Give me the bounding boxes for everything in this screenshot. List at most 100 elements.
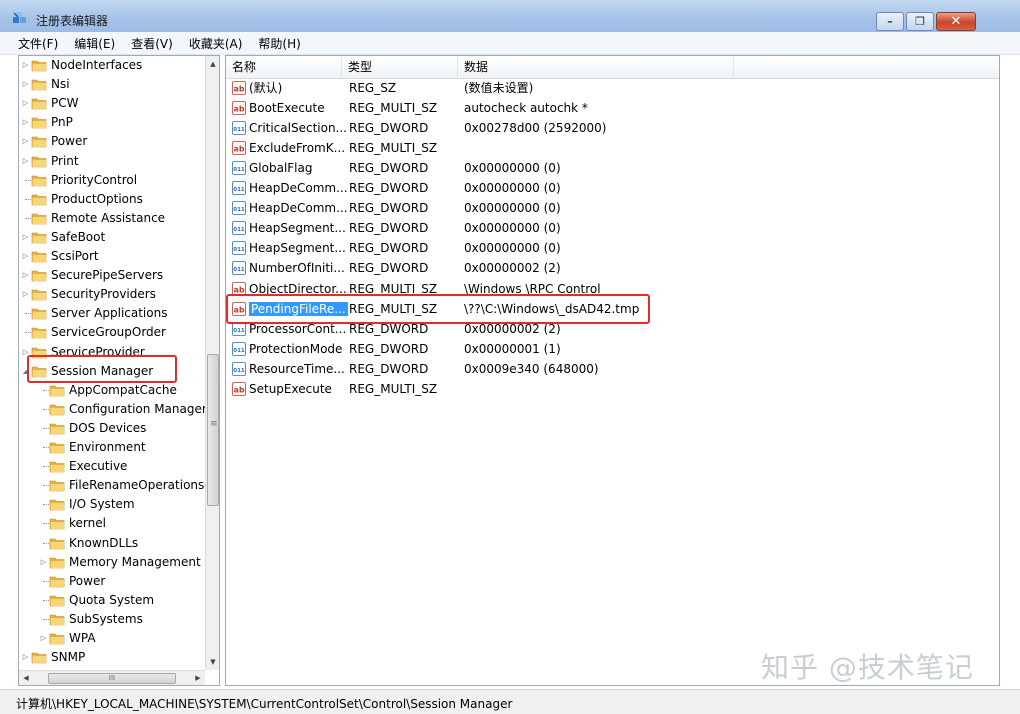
tree-item[interactable]: ▷ Nsi (19, 75, 205, 94)
title-bar[interactable]: 注册表编辑器 – ❐ ✕ (0, 0, 1020, 32)
tree-item-label: Power (69, 574, 106, 588)
tree-item[interactable]: AppCompatCache (19, 381, 205, 400)
expand-arrow-icon[interactable]: ▷ (21, 157, 30, 166)
expand-arrow-icon[interactable]: ▷ (21, 80, 30, 89)
tree-scroll-thumb[interactable]: ≡ (207, 354, 219, 506)
restore-icon: ❐ (915, 15, 925, 28)
tree-item[interactable]: Quota System (19, 591, 205, 610)
value-type: REG_DWORD (349, 181, 429, 195)
value-name-text: NumberOfIniti... (249, 261, 345, 275)
svg-text:011: 011 (233, 267, 245, 273)
table-row[interactable]: ab SetupExecute REG_MULTI_SZ (226, 379, 999, 399)
table-row[interactable]: 011 HeapDeComm... REG_DWORD 0x00000000 (0) (226, 178, 999, 198)
tree-item[interactable]: ▷ Power (19, 132, 205, 151)
menu-view[interactable]: 查看(V) (123, 35, 181, 52)
expand-arrow-icon[interactable]: ▷ (21, 290, 30, 299)
tree-item-label: DOS Devices (69, 421, 147, 435)
tree-item[interactable]: kernel (19, 514, 205, 533)
tree-item[interactable]: Remote Assistance (19, 209, 205, 228)
expand-arrow-icon[interactable]: ▷ (21, 99, 30, 108)
scroll-grip-icon: ≡ (210, 419, 218, 429)
expand-arrow-icon[interactable]: ▷ (21, 118, 30, 127)
tree-item[interactable]: ▷ Memory Management (19, 553, 205, 572)
scroll-up-icon[interactable]: ▲ (206, 56, 219, 72)
maximize-button[interactable]: ❐ (906, 12, 934, 31)
value-data: 0x00278d00 (2592000) (464, 121, 607, 135)
tree-item[interactable]: ▷ ScsiPort (19, 247, 205, 266)
expand-arrow-icon[interactable]: ▷ (21, 271, 30, 280)
table-row[interactable]: 011 ProtectionMode REG_DWORD 0x00000001 (1) (226, 339, 999, 359)
tree-item[interactable]: I/O System (19, 495, 205, 514)
value-type: REG_MULTI_SZ (349, 101, 438, 115)
tree-item[interactable]: ▷ Print (19, 152, 205, 171)
tree-item[interactable]: ▷ SecurePipeServers (19, 266, 205, 285)
binary-value-icon: 011 (232, 261, 246, 275)
menu-favorites[interactable]: 收藏夹(A) (181, 35, 251, 52)
table-row[interactable]: 011 ResourceTime... REG_DWORD 0x0009e340 (6… (226, 359, 999, 379)
svg-text:011: 011 (233, 368, 245, 374)
table-row[interactable]: ab BootExecute REG_MULTI_SZ autocheck autoc… (226, 98, 999, 118)
scroll-right-icon[interactable]: ▶ (191, 671, 205, 685)
tree-item[interactable]: SubSystems (19, 610, 205, 629)
status-path: 计算机\HKEY_LOCAL_MACHINE\SYSTEM\CurrentCon… (16, 697, 513, 711)
table-row[interactable]: 011 NumberOfIniti... REG_DWORD 0x00000002 (… (226, 258, 999, 278)
menu-file[interactable]: 文件(F) (0, 35, 66, 52)
tree-item[interactable]: Server Applications (19, 304, 205, 323)
folder-icon (49, 595, 65, 607)
table-row[interactable]: 011 HeapSegment... REG_DWORD 0x00000000 (0) (226, 238, 999, 258)
scroll-left-icon[interactable]: ◀ (19, 671, 33, 685)
tree-item[interactable]: PriorityControl (19, 171, 205, 190)
tree-item[interactable]: ▷ WPA (19, 629, 205, 648)
tree-horizontal-scrollbar[interactable]: ◀ III ▶ (19, 670, 205, 685)
value-name: HeapDeComm... (249, 178, 361, 198)
scroll-down-icon[interactable]: ▼ (206, 654, 219, 670)
column-header-type[interactable]: 类型 (342, 56, 458, 78)
table-row[interactable]: 011 CriticalSection... REG_DWORD 0x00278d00… (226, 118, 999, 138)
tree-item[interactable]: ▷ SNMP (19, 648, 205, 667)
menu-help[interactable]: 帮助(H) (250, 35, 308, 52)
value-data: 0x0009e340 (648000) (464, 362, 599, 376)
table-row[interactable]: 011 GlobalFlag REG_DWORD 0x00000000 (0) (226, 158, 999, 178)
expand-arrow-icon[interactable]: ▷ (21, 252, 30, 261)
tree-item[interactable]: ▷ SecurityProviders (19, 285, 205, 304)
expand-arrow-icon[interactable]: ▷ (21, 61, 30, 70)
tree-item[interactable]: Power (19, 572, 205, 591)
tree-item[interactable]: ▷ NodeInterfaces (19, 56, 205, 75)
menu-edit[interactable]: 编辑(E) (66, 35, 123, 52)
tree-item[interactable]: ▷ PnP (19, 113, 205, 132)
tree-item-label: PCW (51, 96, 79, 110)
expand-arrow-icon[interactable]: ▷ (39, 634, 48, 643)
folder-icon (31, 175, 47, 187)
tree-item-label: WPA (69, 631, 96, 645)
tree-item[interactable]: ServiceGroupOrder (19, 323, 205, 342)
svg-text:ab: ab (233, 145, 244, 154)
table-row[interactable]: ab ExcludeFromK... REG_MULTI_SZ (226, 138, 999, 158)
tree-item[interactable]: Environment (19, 438, 205, 457)
table-row[interactable]: 011 HeapDeComm... REG_DWORD 0x00000000 (0) (226, 198, 999, 218)
tree-item[interactable]: ▷ PCW (19, 94, 205, 113)
column-header-data[interactable]: 数据 (458, 56, 734, 78)
tree-item[interactable]: Configuration Manager (19, 400, 205, 419)
close-button[interactable]: ✕ (936, 12, 976, 31)
tree-item[interactable]: FileRenameOperations (19, 476, 205, 495)
tree-item[interactable]: ProductOptions (19, 190, 205, 209)
expand-arrow-icon[interactable]: ▷ (39, 558, 48, 567)
expand-arrow-icon[interactable]: ▷ (21, 137, 30, 146)
table-row[interactable]: 011 HeapSegment... REG_DWORD 0x00000000 (0) (226, 218, 999, 238)
expand-arrow-icon[interactable]: ▷ (21, 233, 30, 242)
tree-item[interactable]: ▷ SafeBoot (19, 228, 205, 247)
tree-item-label: NodeInterfaces (51, 58, 143, 72)
value-type: REG_DWORD (349, 362, 429, 376)
tree-item[interactable]: DOS Devices (19, 419, 205, 438)
folder-icon (31, 117, 47, 129)
column-header-name[interactable]: 名称 (226, 56, 342, 78)
tree-vertical-scrollbar[interactable]: ▲ ≡ ▼ (205, 56, 219, 670)
folder-icon (31, 136, 47, 148)
minimize-button[interactable]: – (876, 12, 904, 31)
tree-item[interactable]: KnownDLLs (19, 534, 205, 553)
tree-item[interactable]: Executive (19, 457, 205, 476)
table-row[interactable]: ab (默认) REG_SZ (数值未设置) (226, 78, 999, 98)
expand-arrow-icon[interactable]: ▷ (21, 653, 30, 662)
value-name: HeapSegment... (249, 238, 361, 258)
tree-hscroll-thumb[interactable]: III (48, 673, 176, 684)
